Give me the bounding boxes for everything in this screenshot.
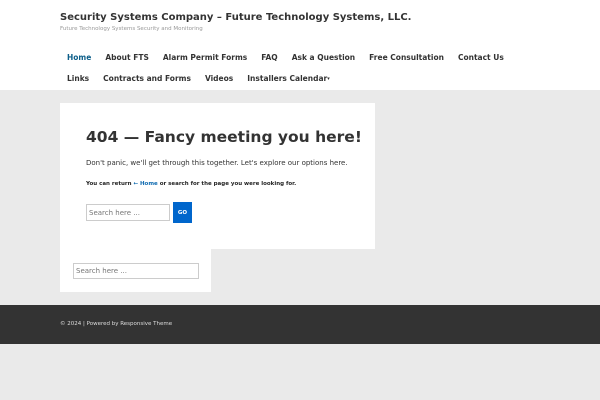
nav-home[interactable]: Home <box>60 50 98 71</box>
nav-links[interactable]: Links <box>60 71 96 92</box>
nav-videos[interactable]: Videos <box>198 71 240 92</box>
site-header: Security Systems Company – Future Techno… <box>0 0 600 90</box>
nav-free-consultation[interactable]: Free Consultation <box>362 50 451 71</box>
go-button[interactable]: GO <box>173 202 192 223</box>
site-title[interactable]: Security Systems Company – Future Techno… <box>60 12 411 23</box>
nav-installers-calendar-label: Installers Calendar <box>247 74 328 83</box>
error-card: 404 — Fancy meeting you here! Don't pani… <box>60 103 375 249</box>
nav-installers-calendar[interactable]: Installers Calendar▾ <box>240 71 336 92</box>
nav-about-fts[interactable]: About FTS <box>98 50 156 71</box>
sidebar-search-widget <box>60 249 211 292</box>
return-prefix: You can return <box>86 181 134 187</box>
page-title: 404 — Fancy meeting you here! <box>86 128 362 146</box>
site-footer: © 2024 | Powered by Responsive Theme <box>0 305 600 344</box>
site-tagline: Future Technology Systems Security and M… <box>60 26 203 32</box>
copyright: © 2024 | Powered by Responsive Theme <box>60 321 173 327</box>
nav-faq[interactable]: FAQ <box>254 50 284 71</box>
main-nav: Home About FTS Alarm Permit Forms FAQ As… <box>60 50 540 92</box>
nav-contact-us[interactable]: Contact Us <box>451 50 511 71</box>
return-suffix: or search for the page you were looking … <box>157 181 297 187</box>
sidebar-search-input[interactable] <box>73 263 199 279</box>
nav-contracts-forms[interactable]: Contracts and Forms <box>96 71 198 92</box>
chevron-down-icon: ▾ <box>327 76 330 82</box>
home-link[interactable]: ← Home <box>133 181 157 187</box>
search-input[interactable] <box>86 204 170 221</box>
error-text: Don't panic, we'll get through this toge… <box>86 159 348 167</box>
nav-alarm-permit-forms[interactable]: Alarm Permit Forms <box>156 50 254 71</box>
return-text: You can return ← Home or search for the … <box>86 181 296 187</box>
nav-ask-question[interactable]: Ask a Question <box>285 50 362 71</box>
